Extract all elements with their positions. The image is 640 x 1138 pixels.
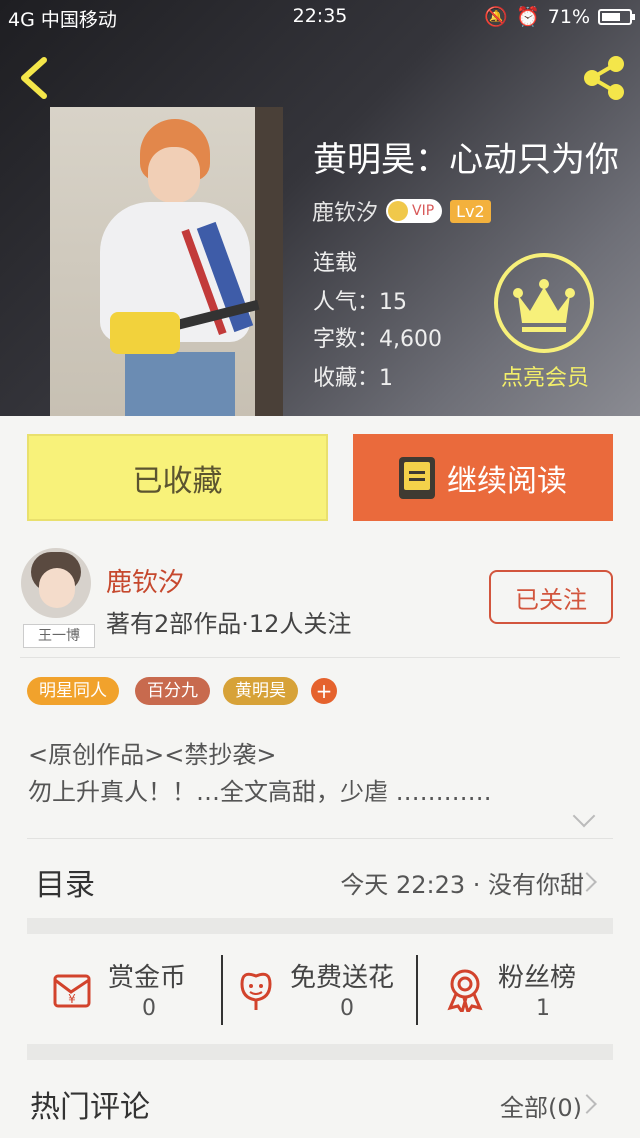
battery-icon	[598, 8, 635, 25]
divider	[27, 838, 613, 839]
divider	[221, 955, 223, 1025]
all-comments-link[interactable]: 全部(0)	[500, 1088, 582, 1123]
author-name[interactable]: 鹿钦汐	[312, 195, 378, 227]
collected-button[interactable]: 已收藏	[27, 434, 328, 521]
stat-title: 免费送花	[290, 963, 395, 993]
vip-badge: VIP	[386, 199, 443, 223]
status-bar: 4G 中国移动 22:35 🔕 ⏰ 71%	[0, 0, 640, 32]
serial-status: 连载	[313, 251, 358, 276]
book-cover-image[interactable]	[50, 107, 283, 416]
favorites-stat: 收藏：1	[313, 366, 393, 391]
alarm-icon: ⏰	[516, 6, 540, 28]
divider	[20, 657, 620, 658]
toc-label: 目录	[35, 868, 95, 903]
flower-icon[interactable]	[233, 966, 279, 1012]
crown-icon	[388, 201, 409, 221]
tag-chip[interactable]: 明星同人	[27, 677, 119, 705]
avatar-caption: 王一博	[23, 624, 95, 648]
battery-percent: 71%	[547, 5, 590, 28]
ribbon-medal-icon[interactable]	[442, 966, 488, 1012]
stat-title: 赏金币	[108, 963, 187, 993]
level-badge: Lv2	[450, 199, 491, 223]
continue-reading-button[interactable]: 继续阅读	[353, 434, 613, 521]
crown-icon	[513, 279, 575, 332]
mute-icon: 🔕	[484, 6, 509, 28]
back-icon[interactable]	[18, 56, 50, 100]
word-count-stat: 字数：4,600	[313, 327, 442, 352]
hot-comments-title: 热门评论	[30, 1090, 150, 1125]
add-tag-button[interactable]: +	[311, 678, 337, 704]
divider	[416, 955, 418, 1025]
svg-text:¥: ¥	[68, 992, 76, 1006]
tag-chip[interactable]: 百分九	[135, 677, 210, 705]
expand-chevron-down-icon[interactable]	[572, 804, 596, 828]
popularity-stat: 人气：15	[313, 290, 407, 315]
share-icon[interactable]	[580, 54, 628, 102]
tag-chip[interactable]: 黄明昊	[223, 677, 298, 705]
author-meta: 著有2部作品·12人关注	[106, 610, 352, 638]
author-row: 鹿钦汐 VIP Lv2	[312, 195, 491, 227]
section-band	[27, 918, 613, 934]
stat-value: 0	[340, 996, 354, 1021]
author-avatar[interactable]	[21, 548, 91, 618]
intro-line: <原创作品><禁抄袭>	[28, 741, 277, 769]
member-button[interactable]	[494, 253, 594, 353]
follow-button[interactable]: 已关注	[489, 570, 613, 624]
book-title: 黄明昊：心动只为你	[313, 140, 619, 180]
stat-value: 1	[536, 996, 550, 1021]
latest-chapter: 今天 22:23 · 没有你甜	[340, 871, 584, 899]
stat-title: 粉丝榜	[498, 963, 577, 993]
intro-line: 勿上升真人！！…全文高甜，少虐 …………	[28, 778, 492, 806]
member-label[interactable]: 点亮会员	[480, 360, 610, 392]
section-band	[27, 1044, 613, 1060]
continue-reading-label: 继续阅读	[447, 463, 567, 499]
book-icon	[399, 456, 435, 499]
author-name-link[interactable]: 鹿钦汐	[106, 562, 184, 599]
reward-icon[interactable]: ¥	[51, 966, 97, 1012]
stat-value: 0	[142, 996, 156, 1021]
